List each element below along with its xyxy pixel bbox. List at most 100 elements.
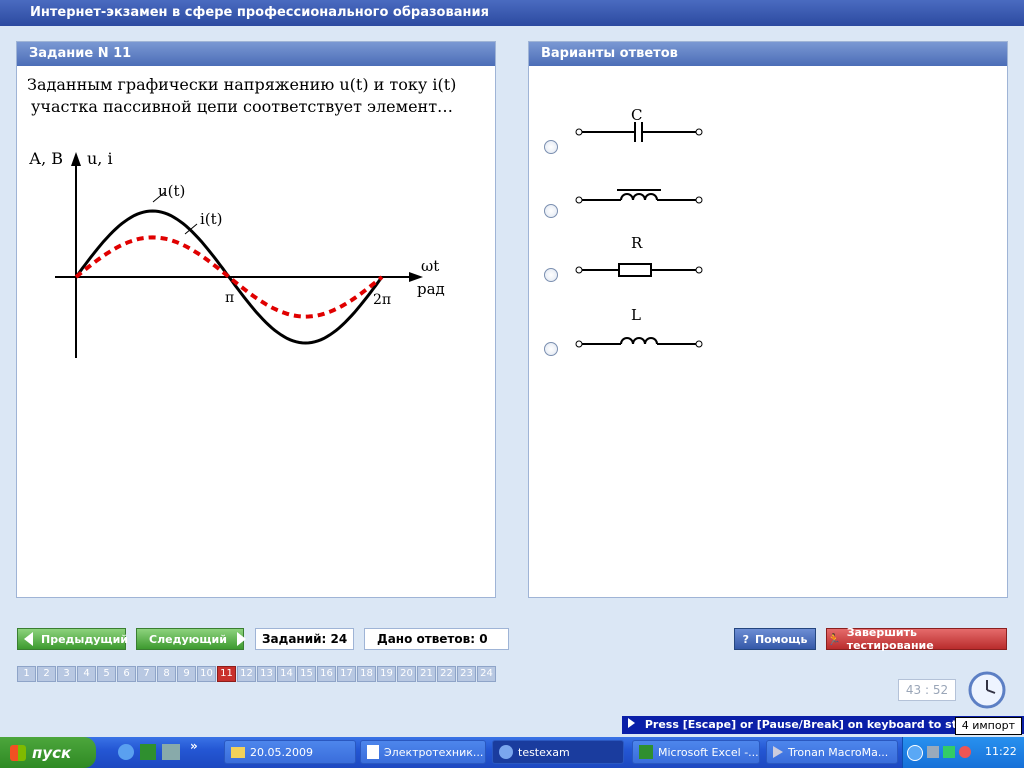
answer-option-capacitor[interactable]: C <box>541 102 841 154</box>
page-button-4[interactable]: 4 <box>77 666 96 682</box>
task-excel-label: Microsoft Excel -... <box>658 745 759 759</box>
page-button-1[interactable]: 1 <box>17 666 36 682</box>
page-button-16[interactable]: 16 <box>317 666 336 682</box>
answer-option-inductor-core[interactable] <box>541 160 841 218</box>
x-axis-label: ωt <box>421 257 439 275</box>
u-curve-label: u(t) <box>158 182 185 200</box>
page-button-7[interactable]: 7 <box>137 666 156 682</box>
page-button-24[interactable]: 24 <box>477 666 496 682</box>
task-folder[interactable]: 20.05.2009 <box>224 740 356 764</box>
tray-icon-3[interactable] <box>959 746 971 758</box>
prev-label: Предыдущий <box>41 632 129 646</box>
task-macromaker[interactable]: Tronan MacroMa... <box>766 740 898 764</box>
quicklaunch-ie-icon[interactable] <box>118 744 134 760</box>
inductor-symbol: L <box>575 306 703 348</box>
radio-inductor-core[interactable] <box>544 204 558 218</box>
next-label: Следующий <box>149 632 227 646</box>
clock: 11:22 <box>985 745 1017 758</box>
page-button-11[interactable]: 11 <box>217 666 236 682</box>
help-button[interactable]: ? Помощь <box>734 628 816 650</box>
question-header: Задание N 11 <box>17 42 495 66</box>
quicklaunch-excel-icon[interactable] <box>140 744 156 760</box>
escape-notice-text: Press [Escape] or [Pause/Break] on keybo… <box>644 718 973 731</box>
page-button-8[interactable]: 8 <box>157 666 176 682</box>
task-testexam[interactable]: testexam <box>492 740 624 764</box>
task-excel[interactable]: Microsoft Excel -... <box>632 740 760 764</box>
tray-icon-2[interactable] <box>943 746 955 758</box>
page-button-10[interactable]: 10 <box>197 666 216 682</box>
question-text: Заданным графически напряжению u(t) и то… <box>27 74 497 118</box>
resistor-symbol: R <box>575 234 703 277</box>
tasks-count: Заданий: 24 <box>255 628 354 650</box>
answers-header: Варианты ответов <box>529 42 1007 66</box>
finish-label: Завершить тестирование <box>846 626 934 652</box>
tick-2pi: 2π <box>373 292 391 308</box>
page-button-6[interactable]: 6 <box>117 666 136 682</box>
page-button-14[interactable]: 14 <box>277 666 296 682</box>
answer-option-resistor[interactable]: R <box>541 230 841 282</box>
tray-icon-1[interactable] <box>927 746 939 758</box>
page-button-3[interactable]: 3 <box>57 666 76 682</box>
page-button-12[interactable]: 12 <box>237 666 256 682</box>
page-button-19[interactable]: 19 <box>377 666 396 682</box>
help-label: Помощь <box>754 632 808 646</box>
capacitor-label: C <box>631 106 642 124</box>
radio-capacitor[interactable] <box>544 140 558 154</box>
page-button-5[interactable]: 5 <box>97 666 116 682</box>
macro-icon <box>773 746 783 758</box>
task-macromaker-label: Tronan MacroMa... <box>788 745 889 759</box>
task-word-label: Электротехник... <box>384 745 484 759</box>
finish-test-button[interactable]: 🏃 Завершить тестирование <box>826 626 1007 652</box>
running-man-icon: 🏃 <box>827 632 841 646</box>
task-folder-label: 20.05.2009 <box>250 745 313 759</box>
escape-badge: 4 импорт <box>954 717 1022 735</box>
inductor-label: L <box>631 306 641 324</box>
i-curve-label: i(t) <box>200 210 223 228</box>
page-button-17[interactable]: 17 <box>337 666 356 682</box>
question-panel: Задание N 11 Заданным графически напряже… <box>16 41 496 598</box>
y-axis-label-quantities: u, i <box>87 149 113 168</box>
page-button-18[interactable]: 18 <box>357 666 376 682</box>
escape-notice: Press [Escape] or [Pause/Break] on keybo… <box>622 716 1024 735</box>
quicklaunch-more-icon[interactable]: » <box>190 739 198 753</box>
answers-panel: Варианты ответов C R L <box>528 41 1008 598</box>
x-axis-unit: рад <box>417 280 445 298</box>
answer-option-inductor[interactable]: L <box>541 302 841 356</box>
prev-button[interactable]: Предыдущий <box>17 628 129 650</box>
y-axis-label-units: А, В <box>29 149 63 168</box>
waveform-graph: А, В u, i u(t) i(t) π 2π ωt рад <box>29 149 445 358</box>
quicklaunch-bmp-icon[interactable] <box>162 744 180 760</box>
radio-resistor[interactable] <box>544 268 558 282</box>
task-word[interactable]: Электротехник... <box>360 740 486 764</box>
arrow-left-icon <box>24 632 33 646</box>
page-button-15[interactable]: 15 <box>297 666 316 682</box>
radio-inductor[interactable] <box>544 342 558 356</box>
play-icon <box>628 718 635 728</box>
taskbar: пуск » 20.05.2009 Электротехник... teste… <box>0 737 1024 768</box>
testexam-icon <box>499 745 513 759</box>
tray-collapse-icon[interactable] <box>907 745 923 761</box>
page-button-20[interactable]: 20 <box>397 666 416 682</box>
folder-icon <box>231 746 245 758</box>
page-button-9[interactable]: 9 <box>177 666 196 682</box>
word-icon <box>367 745 379 759</box>
y-axis-arrow <box>71 152 81 166</box>
page-button-22[interactable]: 22 <box>437 666 456 682</box>
inductor-core-symbol <box>575 189 703 204</box>
system-tray: 11:22 <box>902 737 1024 768</box>
window-title: Интернет-экзамен в сфере профессионально… <box>0 0 1024 26</box>
page-button-21[interactable]: 21 <box>417 666 436 682</box>
next-button[interactable]: Следующий <box>136 628 246 650</box>
excel-icon <box>639 745 653 759</box>
start-label: пуск <box>32 743 72 762</box>
page-button-13[interactable]: 13 <box>257 666 276 682</box>
start-button[interactable]: пуск <box>0 737 96 768</box>
page-button-23[interactable]: 23 <box>457 666 476 682</box>
tick-pi: π <box>225 290 234 306</box>
answers-given-count: Дано ответов: 0 <box>364 628 509 650</box>
question-page-list: 1 2 3 4 5 6 7 8 9 10 11 12 13 14 15 16 17 18 19 20 21 22 23 24 <box>17 666 496 682</box>
timer: 43 : 52 <box>898 679 956 701</box>
help-icon: ? <box>742 632 749 646</box>
page-button-2[interactable]: 2 <box>37 666 56 682</box>
resistor-label: R <box>631 234 643 252</box>
